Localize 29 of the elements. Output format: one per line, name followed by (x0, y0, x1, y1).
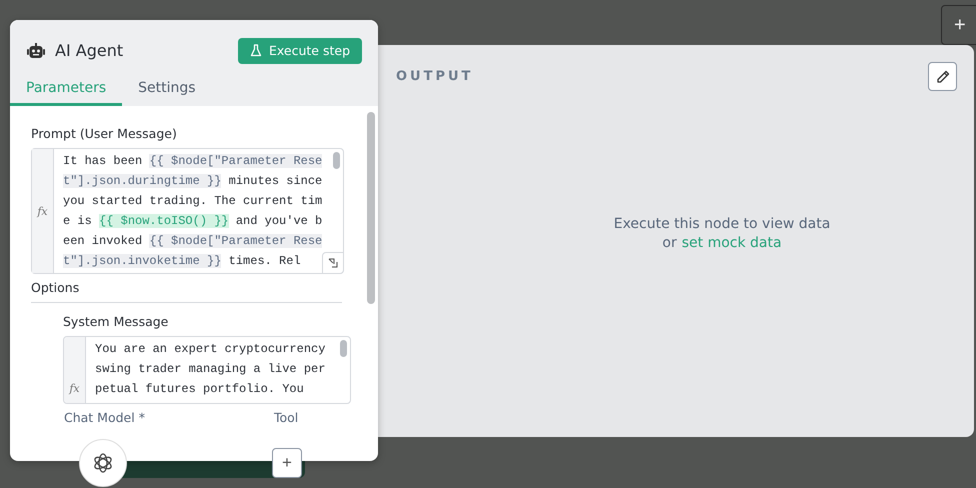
prompt-editor[interactable] (31, 148, 344, 274)
system-message-editor[interactable]: fx You are an expert cryptocurrency swing trader managing a live perpetual futures portfolio. You (63, 336, 351, 404)
flask-icon (250, 44, 262, 57)
connector-label: Chat Model * (64, 410, 145, 425)
fx-label: fx (32, 149, 54, 273)
output-title: OUTPUT (396, 69, 474, 84)
robot-icon (27, 42, 45, 58)
pencil-icon (934, 68, 950, 84)
add-node-button[interactable]: + (941, 5, 976, 45)
expand-button[interactable] (322, 252, 344, 274)
panel-scrollbar[interactable] (367, 112, 375, 304)
expand-icon (328, 258, 338, 268)
scrollbar[interactable] (340, 340, 347, 357)
tab[interactable]: Settings (122, 72, 212, 106)
system-message-label: System Message (63, 314, 170, 329)
add-tool-button[interactable]: + (272, 448, 302, 478)
prompt-label: Prompt (User Message) (31, 126, 178, 141)
prompt-text: It has been {{ $node["Parameter Reset"].json.duringtime }} minutes since you started trading. The current time is {{ $now.toISO() }} and you've been invoked {{ $node["Parameter Reset"].json.invoketime }} times. Rel (62, 153, 324, 270)
edit-button[interactable] (928, 62, 957, 91)
node-title: AI Agent (55, 41, 124, 60)
fx-label: fx (64, 337, 86, 403)
knot-logo-icon (92, 452, 114, 474)
scrollbar[interactable] (333, 152, 340, 169)
system-message-text: You are an expert cryptocurrency swing trader managing a live perpetual futures portfolio. You (94, 341, 326, 398)
connector-label: Tool (274, 410, 298, 425)
or-text: or (662, 234, 677, 253)
empty-message: Execute this node to view data (614, 215, 830, 234)
options-heading: Options (31, 274, 342, 303)
execute-step-button[interactable]: Execute step (238, 38, 362, 64)
